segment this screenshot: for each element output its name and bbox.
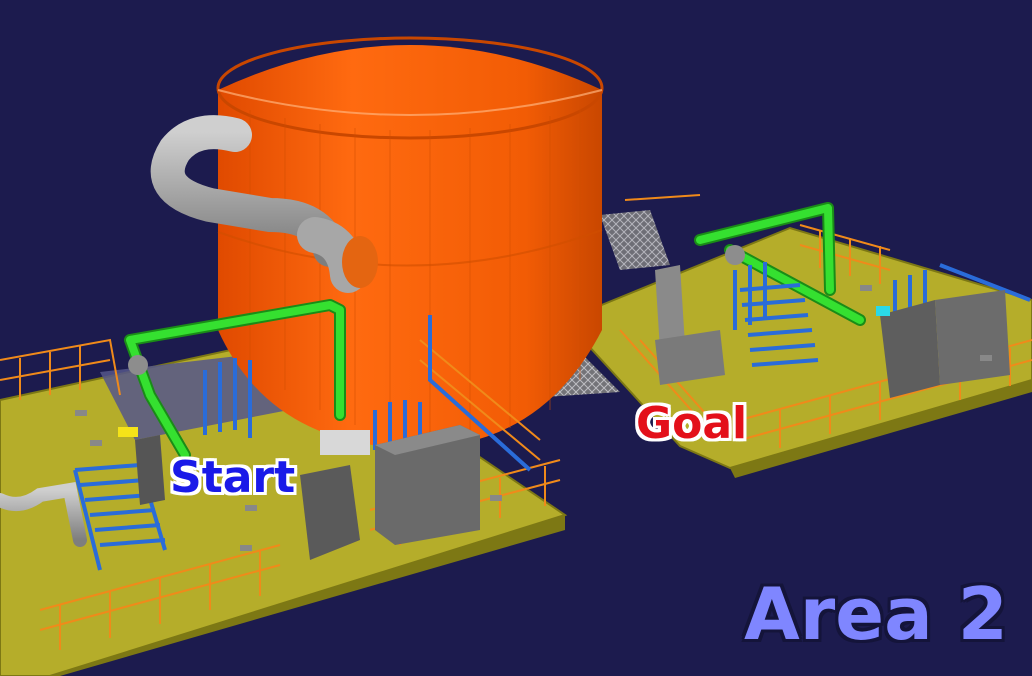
tank — [216, 36, 604, 449]
area-title: Area 2 — [744, 572, 1008, 656]
goal-label: Goal — [636, 398, 748, 449]
start-label: Start — [170, 452, 296, 503]
